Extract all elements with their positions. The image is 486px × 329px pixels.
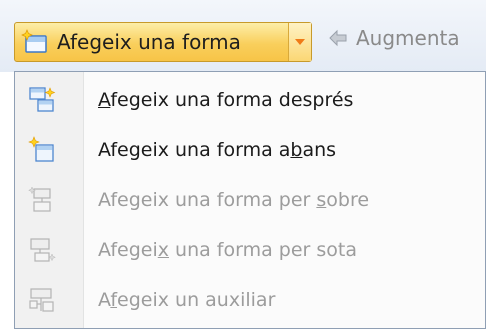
ribbon-toolbar: Afegeix una forma Augmenta [0,0,486,72]
menu-item-add-shape-below: Afegeix una forma per sota [15,229,485,271]
menu-item-label: Afegeix una forma per sobre [98,189,370,211]
menu-item-label: Afegeix una forma abans [98,139,337,161]
add-shape-after-icon [29,87,56,112]
menu-item-label: Afegeix una forma després [98,89,354,111]
add-shape-label: Afegeix una forma [57,30,241,54]
add-shape-dropdown-button[interactable] [288,23,311,61]
chevron-down-icon [295,39,305,45]
menu-item-label: Afegeix un auxiliar [98,289,276,311]
promote-button[interactable]: Augmenta [328,26,460,50]
promote-label: Augmenta [356,26,460,50]
add-shape-icon [21,29,47,53]
add-shape-button[interactable]: Afegeix una forma [15,23,288,61]
add-shape-dropdown-menu: Afegeix una forma després Afegeix una fo… [14,71,486,329]
add-shape-below-icon [30,238,56,262]
menu-item-label: Afegeix una forma per sota [98,239,357,261]
add-shape-above-icon [28,186,51,212]
menu-item-add-shape-above: Afegeix una forma per sobre [15,179,485,221]
menu-item-add-shape-before[interactable]: Afegeix una forma abans [15,129,485,171]
add-shape-before-icon [28,136,54,162]
add-shape-split-button[interactable]: Afegeix una forma [14,22,312,62]
left-arrow-icon [329,29,347,47]
menu-item-add-assistant: Afegeix un auxiliar [15,279,485,321]
menu-item-add-shape-after[interactable]: Afegeix una forma després [15,79,485,121]
add-assistant-icon [29,288,54,312]
